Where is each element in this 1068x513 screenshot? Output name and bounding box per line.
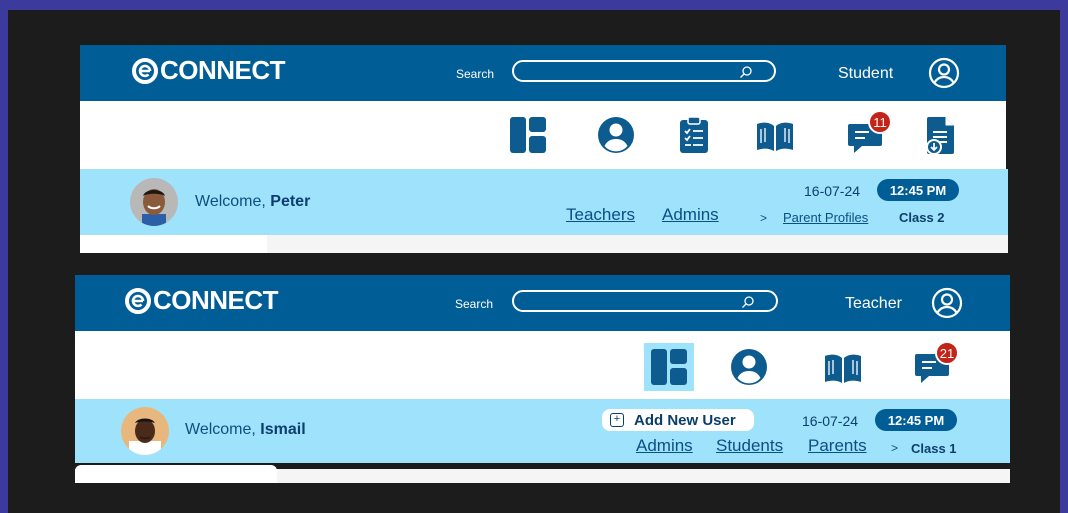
parents-link[interactable]: Parents [808,436,867,456]
search-icon [742,296,754,308]
dashboard-icon[interactable] [644,343,694,391]
breadcrumb-separator: > [891,441,899,455]
profile-icon[interactable] [731,349,767,385]
dashboard-icon[interactable] [510,117,546,153]
welcome-bar: Welcome, Ismail + Add New User 16-07-24 … [75,399,1010,463]
search-label: Search [455,297,494,311]
breadcrumb-separator: > [760,211,768,225]
time-badge: 12:45 PM [877,179,959,201]
role-label: Teacher [845,295,902,312]
plus-icon: + [610,413,624,427]
welcome-bar: Welcome, Peter 16-07-24 12:45 PM Teacher… [80,169,1008,235]
nav-bar: 11 [80,101,1006,169]
student-view-panel: CONNECT Search Student 11 Welcome, Peter… [80,45,1008,255]
teacher-view-panel: CONNECT Search Teacher 21 Welcome, Ismai… [75,275,1010,485]
logo-mark [132,57,158,84]
welcome-text: Welcome, Ismail [185,421,306,439]
content-strip-left [75,465,277,483]
search-input[interactable] [512,290,778,312]
report-download-icon[interactable] [926,117,956,155]
library-icon[interactable] [756,121,794,151]
welcome-text: Welcome, Peter [195,193,310,211]
library-icon[interactable] [824,353,862,383]
content-strip-left [80,235,267,253]
class-label: Class 1 [911,441,957,456]
logo-text: CONNECT [153,285,279,315]
assignments-icon[interactable] [680,117,708,153]
date-label: 16-07-24 [804,183,861,199]
logo[interactable]: CONNECT [125,285,279,316]
admins-link[interactable]: Admins [636,436,693,456]
role-label: Student [838,65,894,82]
logo-mark [125,287,151,314]
canvas: CONNECT Search Student 11 Welcome, Peter… [8,10,1060,513]
messages-badge: 21 [935,341,959,365]
teachers-link[interactable]: Teachers [566,205,635,225]
nav-bar: 21 [75,331,1010,399]
search-icon [740,66,752,78]
avatar[interactable] [121,407,169,455]
welcome-prefix: Welcome, [185,421,261,438]
students-link[interactable]: Students [716,436,783,456]
search-input[interactable] [512,60,776,82]
welcome-prefix: Welcome, [195,193,271,210]
search-label: Search [456,67,495,81]
top-bar: CONNECT Search Student [80,45,1006,101]
add-new-user-label: Add New User [634,411,736,429]
parent-profiles-link[interactable]: Parent Profiles [783,210,868,225]
logo-text: CONNECT [160,55,286,85]
date-label: 16-07-24 [802,413,859,429]
user-name: Peter [270,193,311,210]
time-badge: 12:45 PM [875,409,957,431]
add-new-user-button[interactable]: + Add New User [602,409,754,431]
top-bar: CONNECT Search Teacher [75,275,1010,331]
account-icon[interactable] [928,57,960,89]
user-name: Ismail [260,421,306,438]
admins-link[interactable]: Admins [662,205,719,225]
class-label: Class 2 [899,210,945,225]
messages-badge: 11 [868,110,892,134]
logo[interactable]: CONNECT [132,55,286,86]
account-icon[interactable] [931,287,963,319]
avatar[interactable] [130,178,178,226]
profile-icon[interactable] [598,117,634,153]
